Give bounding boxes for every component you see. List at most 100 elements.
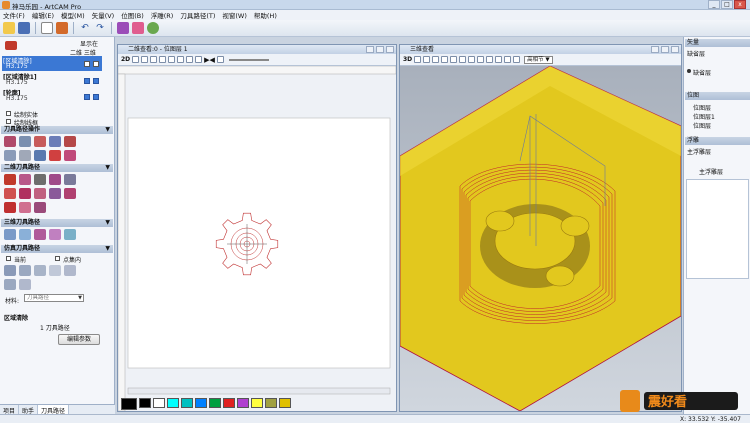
draw-solid-checkbox[interactable] [6,111,11,116]
color-swatch[interactable] [139,398,151,408]
material-select[interactable]: 刀具路径 ▼ [24,294,84,302]
menu-vector[interactable]: 矢量(V) [92,10,115,20]
collapse-icon[interactable]: ▼ [105,245,110,253]
show-3d-checkbox[interactable] [93,61,99,67]
menu-bitmap[interactable]: 位图(B) [121,10,144,20]
toolpath-type-icon[interactable] [34,229,46,240]
color-swatch[interactable] [237,398,249,408]
section-3d-toolpaths[interactable]: 三维刀具路径 ▼ [1,219,113,227]
zoom-icon[interactable] [177,56,185,63]
zoom-icon[interactable] [468,56,476,63]
help-icon[interactable] [147,22,159,34]
collapse-icon[interactable]: ▼ [105,164,110,172]
toolpath-type-icon[interactable] [34,202,46,213]
zoom-icon[interactable] [168,56,176,63]
toolpath-type-icon[interactable] [19,188,31,199]
layer-item[interactable]: 主浮雕层 [687,147,711,156]
toolpath-op-icon[interactable] [4,136,16,147]
layer-item[interactable]: 位图层1 [693,112,715,121]
layer-item[interactable]: 缺省层 [693,68,711,77]
tab-toolpaths[interactable]: 刀具路径 [38,405,70,415]
color-swatch[interactable] [195,398,207,408]
minimize-button[interactable] [366,46,374,53]
color-swatch[interactable] [251,398,263,408]
maximize-button[interactable] [376,46,384,53]
zoom-icon[interactable] [459,56,467,63]
toolpath-op-icon[interactable] [19,150,31,161]
tool-icon[interactable] [117,22,129,34]
play-icon[interactable]: ▶◀ [204,56,215,64]
show-3d-checkbox[interactable] [93,94,99,100]
maximize-button[interactable]: □ [721,0,733,9]
tab-assistant[interactable]: 助手 [19,405,39,415]
save-icon[interactable] [18,22,30,34]
zoom-icon[interactable] [150,56,158,63]
layer-item[interactable]: 位图层 [693,103,711,112]
section-2d-toolpaths[interactable]: 二维刀具路径 ▼ [1,164,113,172]
zoom-icon[interactable] [432,56,440,63]
layer-item[interactable]: 主浮雕层 [699,167,723,176]
toolpath-type-icon[interactable] [49,229,61,240]
toolpath-op-icon[interactable] [49,150,61,161]
toolpath-op-icon[interactable] [34,150,46,161]
simulate-icon[interactable] [19,279,31,290]
layer-item[interactable]: 缺省层 [687,49,705,58]
minimize-button[interactable] [651,46,659,53]
toolpath-type-icon[interactable] [64,188,76,199]
toolpath-type-icon[interactable] [4,174,16,185]
menu-model[interactable]: 模型(M) [61,10,85,20]
color-swatch[interactable] [265,398,277,408]
undo-icon[interactable]: ↶ [79,22,91,34]
close-button[interactable] [671,46,679,53]
toolpath-type-icon[interactable] [34,188,46,199]
simulate-icon[interactable] [4,279,16,290]
material-icon[interactable] [132,22,144,34]
zoom-icon[interactable] [414,56,422,63]
zoom-icon[interactable] [450,56,458,63]
show-3d-checkbox[interactable] [93,78,99,84]
color-swatch[interactable] [279,398,291,408]
zoom-icon[interactable] [141,56,149,63]
zoom-icon[interactable] [495,56,503,63]
show-2d-checkbox[interactable] [84,94,90,100]
toolpath-op-icon[interactable] [34,136,46,147]
minimize-button[interactable]: _ [708,0,720,9]
simulate-icon[interactable] [34,265,46,276]
color-swatch[interactable] [209,398,221,408]
report-icon[interactable] [56,22,68,34]
show-2d-checkbox[interactable] [84,61,90,67]
zoom-icon[interactable] [504,56,512,63]
delete-icon[interactable] [5,41,17,50]
zoom-icon[interactable] [159,56,167,63]
toolpath-op-icon[interactable] [64,150,76,161]
simulate-icon[interactable] [49,265,61,276]
tab-project[interactable]: 项目 [0,405,20,415]
drawing-canvas[interactable] [118,66,396,411]
horizontal-scrollbar[interactable] [127,387,391,395]
toolpath-type-icon[interactable] [4,202,16,213]
redo-icon[interactable]: ↷ [94,22,106,34]
zoom-icon[interactable] [186,56,194,63]
3d-viewport[interactable] [400,66,681,411]
menu-file[interactable]: 文件(F) [3,10,25,20]
simulate-icon[interactable] [19,265,31,276]
new-icon[interactable] [41,22,53,34]
close-button[interactable]: x [734,0,746,9]
menu-toolpaths[interactable]: 刀具路径(T) [180,10,215,20]
toolpath-type-icon[interactable] [19,229,31,240]
color-swatch[interactable] [153,398,165,408]
toolpath-op-icon[interactable] [64,136,76,147]
toolpath-type-icon[interactable] [4,188,16,199]
close-button[interactable] [386,46,394,53]
section-simulate[interactable]: 仿真刀具路径 ▼ [1,245,113,253]
slider[interactable] [228,58,269,61]
menu-relief[interactable]: 浮雕(R) [151,10,174,20]
section-toolpath-ops[interactable]: 刀具路径操作 ▼ [1,126,113,134]
toolpath-type-icon[interactable] [64,174,76,185]
sim-current-radio[interactable] [6,256,11,261]
simulate-icon[interactable] [64,265,76,276]
zoom-icon[interactable] [441,56,449,63]
lighting-select[interactable]: 高相节 ▼ [524,55,553,64]
toolpath-type-icon[interactable] [19,202,31,213]
color-swatch[interactable] [223,398,235,408]
